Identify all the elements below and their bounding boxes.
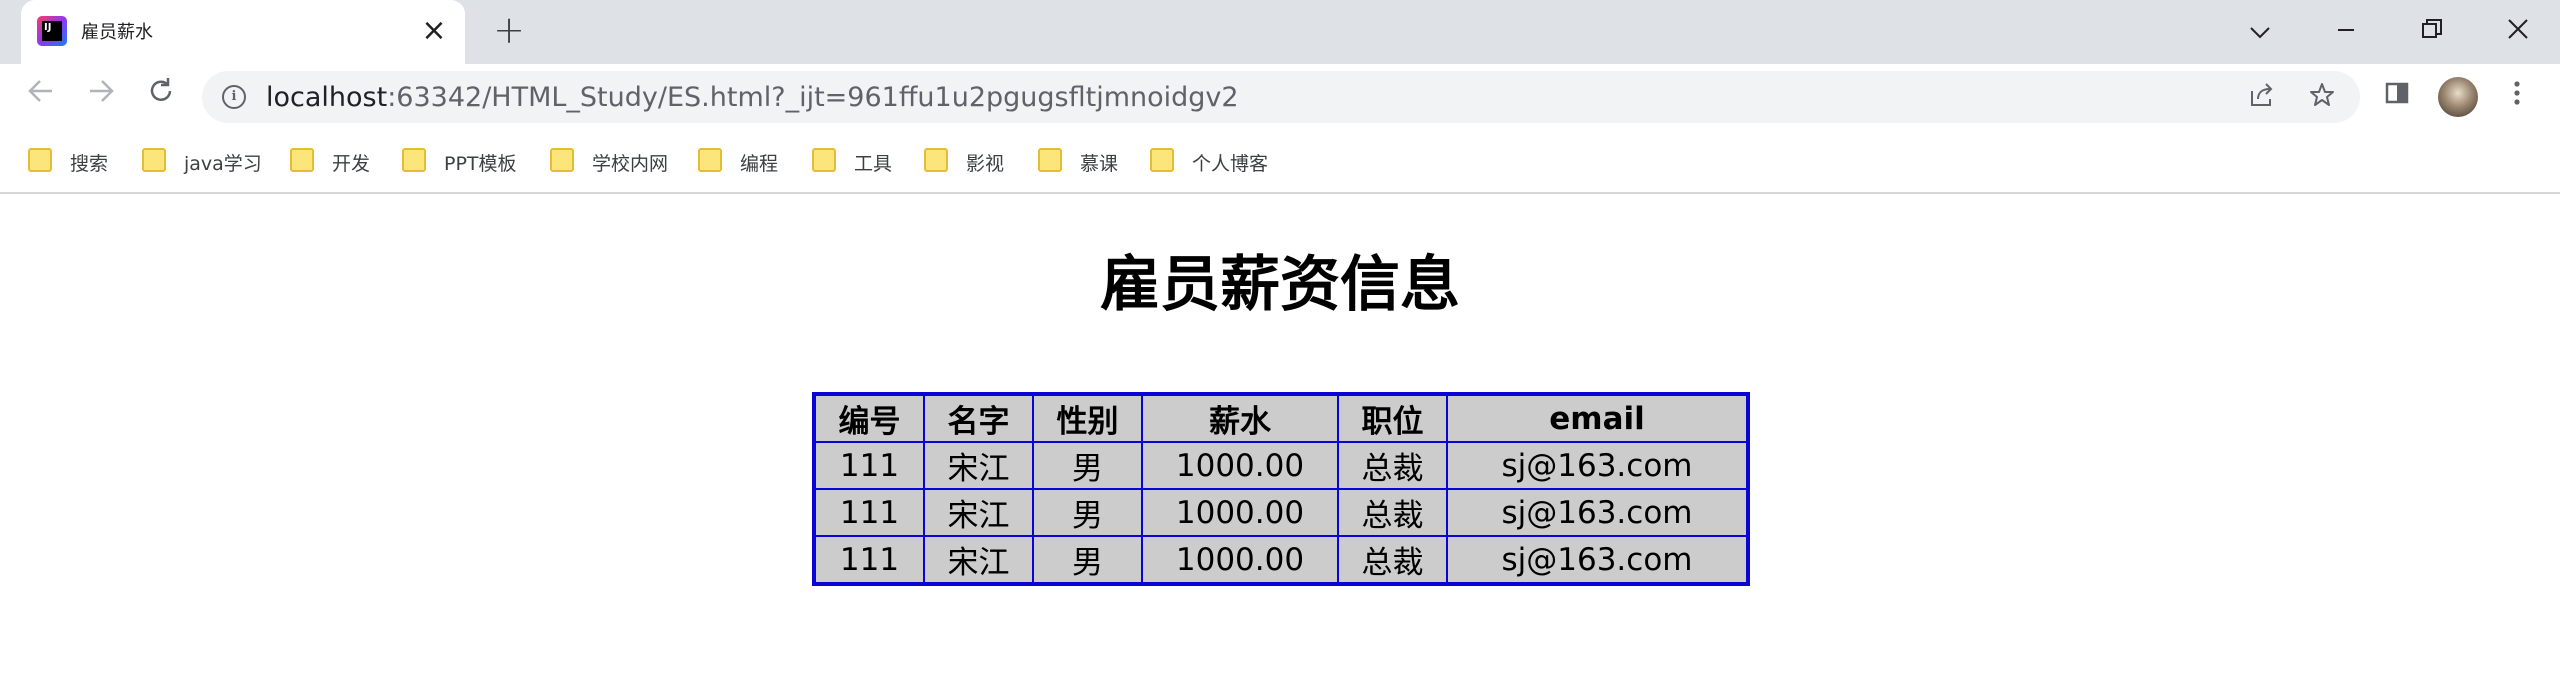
table-cell: sj@163.com bbox=[1446, 535, 1749, 585]
table-header-row: 编号 名字 性别 薪水 职位 email bbox=[813, 393, 1749, 443]
table-row: 111 宋江 男 1000.00 总裁 sj@163.com bbox=[813, 535, 1749, 585]
minimize-button[interactable] bbox=[2326, 12, 2366, 52]
table-cell: 总裁 bbox=[1337, 535, 1448, 585]
column-header: 薪水 bbox=[1141, 393, 1339, 443]
share-icon[interactable] bbox=[2246, 81, 2278, 113]
table-cell: 宋江 bbox=[923, 441, 1034, 490]
tab-title: 雇员薪水 bbox=[81, 22, 153, 43]
bookmark-label: PPT模板 bbox=[444, 153, 517, 175]
bookmark-label: 个人博客 bbox=[1192, 153, 1269, 175]
address-bar[interactable]: i localhost:63342/HTML_Study/ES.html?_ij… bbox=[202, 71, 2360, 123]
reload-button[interactable] bbox=[140, 76, 182, 118]
column-header: 性别 bbox=[1032, 393, 1143, 443]
table-cell: 总裁 bbox=[1337, 441, 1448, 490]
folder-icon bbox=[290, 148, 314, 172]
table-cell: 1000.00 bbox=[1141, 441, 1339, 490]
page-title: 雇员薪资信息 bbox=[1100, 250, 1460, 320]
browser-tab-active[interactable]: 雇员薪水 × bbox=[21, 0, 465, 64]
bookmark-label: 学校内网 bbox=[592, 153, 669, 175]
bookmark-label: 开发 bbox=[332, 153, 371, 175]
table-cell: 1000.00 bbox=[1141, 488, 1339, 537]
new-tab-button[interactable]: + bbox=[490, 11, 528, 50]
table-cell: 111 bbox=[813, 488, 925, 537]
salary-table: 编号 名字 性别 薪水 职位 email 111 宋江 男 1000.00 总裁… bbox=[812, 392, 1750, 586]
bookmark-star-icon[interactable] bbox=[2306, 81, 2338, 113]
table-cell: sj@163.com bbox=[1446, 441, 1749, 490]
table-cell: 宋江 bbox=[923, 488, 1034, 537]
bookmark-label: 工具 bbox=[854, 153, 893, 175]
table-cell: 宋江 bbox=[923, 535, 1034, 585]
folder-icon bbox=[402, 148, 426, 172]
url-text[interactable]: localhost:63342/HTML_Study/ES.html?_ijt=… bbox=[266, 82, 1239, 113]
table-cell: 111 bbox=[813, 535, 925, 585]
folder-icon bbox=[1038, 148, 1062, 172]
bookmarks-bar: 搜索 java学习 开发 PPT模板 学校内网 编程 工具 影视 慕课 个人博客 bbox=[0, 130, 2560, 194]
column-header: 职位 bbox=[1337, 393, 1448, 443]
side-panel-icon[interactable] bbox=[2380, 80, 2414, 114]
column-header: email bbox=[1446, 393, 1749, 443]
table-cell: sj@163.com bbox=[1446, 488, 1749, 537]
more-menu-icon[interactable] bbox=[2500, 80, 2534, 114]
url-host: localhost bbox=[266, 82, 388, 113]
table-cell: 男 bbox=[1032, 441, 1143, 490]
table-cell: 男 bbox=[1032, 535, 1143, 585]
folder-icon bbox=[142, 148, 166, 172]
close-window-button[interactable] bbox=[2498, 12, 2538, 52]
table-cell: 总裁 bbox=[1337, 488, 1448, 537]
table-cell: 111 bbox=[813, 441, 925, 490]
table-row: 111 宋江 男 1000.00 总裁 sj@163.com bbox=[813, 441, 1749, 490]
profile-avatar[interactable] bbox=[2438, 77, 2478, 117]
column-header: 名字 bbox=[923, 393, 1034, 443]
table-cell: 1000.00 bbox=[1141, 535, 1339, 585]
tab-close-icon[interactable]: × bbox=[417, 14, 451, 48]
table-row: 111 宋江 男 1000.00 总裁 sj@163.com bbox=[813, 488, 1749, 537]
bookmark-label: java学习 bbox=[184, 153, 262, 175]
folder-icon bbox=[924, 148, 948, 172]
tab-search-chevron-icon[interactable] bbox=[2240, 12, 2280, 52]
folder-icon bbox=[28, 148, 52, 172]
column-header: 编号 bbox=[813, 393, 925, 443]
bookmark-label: 慕课 bbox=[1080, 153, 1119, 175]
intellij-favicon-icon bbox=[37, 16, 67, 46]
table-cell: 男 bbox=[1032, 488, 1143, 537]
back-button[interactable] bbox=[20, 76, 62, 118]
folder-icon bbox=[698, 148, 722, 172]
bookmark-label: 影视 bbox=[966, 153, 1005, 175]
folder-icon bbox=[812, 148, 836, 172]
tab-strip: 雇员薪水 × + bbox=[0, 0, 2560, 64]
bookmark-label: 搜索 bbox=[70, 153, 109, 175]
bookmark-label: 编程 bbox=[740, 153, 779, 175]
forward-button[interactable] bbox=[80, 76, 122, 118]
restore-button[interactable] bbox=[2412, 12, 2452, 52]
site-info-icon[interactable]: i bbox=[222, 85, 246, 109]
folder-icon bbox=[550, 148, 574, 172]
url-path: :63342/HTML_Study/ES.html?_ijt=961ffu1u2… bbox=[387, 82, 1239, 113]
folder-icon bbox=[1150, 148, 1174, 172]
browser-toolbar: i localhost:63342/HTML_Study/ES.html?_ij… bbox=[0, 64, 2560, 130]
